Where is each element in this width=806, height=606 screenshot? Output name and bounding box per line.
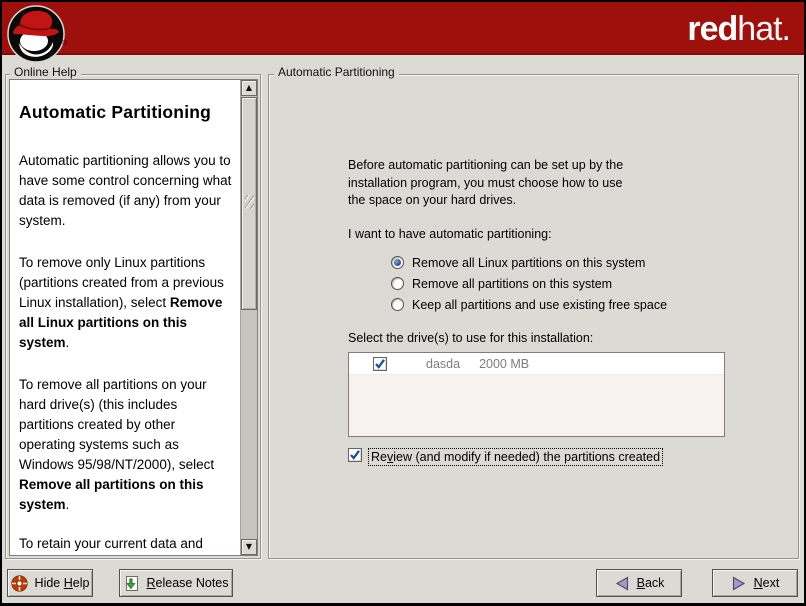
radio-option[interactable]: Remove all Linux partitions on this syst… [391, 252, 667, 273]
next-arrow-icon [731, 575, 747, 592]
help-paragraph: To remove all partitions on your hard dr… [19, 375, 232, 515]
trademark-symbol: ® [62, 40, 67, 47]
help-scrollbar[interactable]: ▲ ▼ [240, 80, 257, 555]
drive-row[interactable]: dasda 2000 MB [349, 353, 724, 375]
radio-option-label: Remove all partitions on this system [412, 277, 612, 291]
main-step-frame-label: Automatic Partitioning [274, 66, 399, 79]
partitioning-radio-group: Remove all Linux partitions on this syst… [391, 252, 667, 315]
radio-option-label: Remove all Linux partitions on this syst… [412, 256, 645, 270]
help-paragraph: To remove only Linux partitions (partiti… [19, 253, 232, 353]
scroll-up-icon[interactable]: ▲ [241, 80, 257, 96]
wordmark-bold: red [687, 10, 737, 48]
help-text-panel[interactable]: Automatic Partitioning Automatic partiti… [9, 79, 258, 556]
redhat-shadowman-logo-icon [6, 3, 66, 68]
checkbox[interactable] [348, 448, 362, 462]
next-label: Next [754, 576, 780, 590]
redhat-banner: redhat. [2, 2, 804, 55]
back-label: Back [637, 576, 665, 590]
help-buoy-icon [11, 575, 28, 592]
help-paragraphs: Automatic partitioning allows you to hav… [19, 151, 232, 554]
main-step-frame [268, 74, 799, 559]
radio-option[interactable]: Keep all partitions and use existing fre… [391, 294, 667, 315]
redhat-wordmark: redhat. [687, 8, 790, 50]
scrollbar-thumb[interactable] [241, 97, 257, 310]
hide-help-button[interactable]: Hide Help [7, 569, 93, 597]
release-notes-button[interactable]: Release Notes [119, 569, 233, 597]
review-checkbox-label[interactable]: Review (and modify if needed) the partit… [368, 448, 663, 466]
installer-window: redhat. ® Online Help Automatic Partitio… [0, 0, 806, 606]
mnemonic-underline: B [637, 576, 645, 590]
radio-button[interactable] [391, 277, 404, 290]
mnemonic-underline: v [387, 450, 393, 464]
radio-option-label: Keep all partitions and use existing fre… [412, 298, 667, 312]
radio-option[interactable]: Remove all partitions on this system [391, 273, 667, 294]
review-checkbox[interactable] [348, 448, 362, 466]
help-content: Automatic Partitioning Automatic partiti… [10, 80, 232, 554]
next-button[interactable]: Next [712, 569, 798, 597]
scroll-down-icon[interactable]: ▼ [241, 539, 257, 555]
back-arrow-icon [614, 575, 630, 592]
mnemonic-underline: H [64, 576, 73, 590]
radio-button[interactable] [391, 298, 404, 311]
help-paragraph: To retain your current data and [19, 534, 232, 554]
radio-button[interactable] [391, 256, 404, 269]
back-button[interactable]: Back [596, 569, 682, 597]
partitioning-question-label: I want to have automatic partitioning: [348, 227, 552, 241]
drive-list[interactable]: dasda 2000 MB [348, 352, 725, 437]
scrollbar-grip [245, 195, 254, 209]
mnemonic-underline: N [754, 576, 763, 590]
release-notes-icon [124, 575, 140, 592]
release-notes-label: Release Notes [147, 576, 229, 590]
hide-help-label: Hide Help [35, 576, 90, 590]
wordmark-light: hat. [737, 10, 790, 48]
mnemonic-underline: R [147, 576, 156, 590]
drive-name: dasda [426, 357, 460, 371]
help-paragraph: Automatic partitioning allows you to hav… [19, 151, 232, 231]
review-partitions-option[interactable]: Review (and modify if needed) the partit… [348, 448, 663, 466]
drives-select-label: Select the drive(s) to use for this inst… [348, 331, 593, 345]
intro-text: Before automatic partitioning can be set… [348, 157, 623, 210]
help-title: Automatic Partitioning [19, 102, 232, 123]
drive-checkbox[interactable] [373, 357, 387, 371]
drive-size: 2000 MB [479, 357, 529, 371]
